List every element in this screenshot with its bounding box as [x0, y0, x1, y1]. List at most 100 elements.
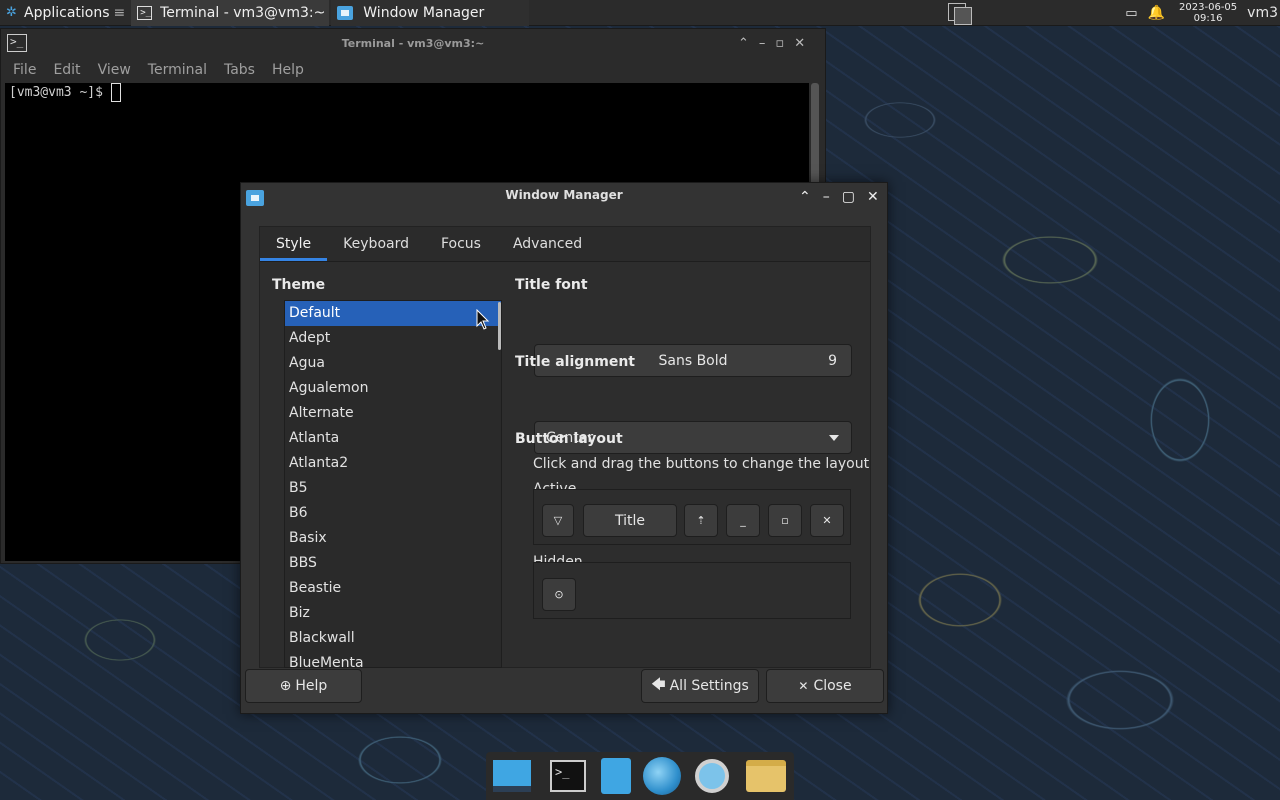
menu-button-slot[interactable]: ▽ [542, 504, 574, 537]
tab-focus[interactable]: Focus [425, 227, 497, 261]
desktop-icon [493, 760, 531, 792]
folder-icon [746, 760, 786, 792]
top-panel: ✲ Applications ≡ >_ Terminal - vm3@vm3:~… [0, 0, 1280, 26]
terminal-menubar: File Edit View Terminal Tabs Help [1, 57, 825, 83]
wm-close-button[interactable]: ✕ [867, 189, 879, 205]
tab-advanced[interactable]: Advanced [497, 227, 598, 261]
hidden-buttons-area[interactable]: ⊙ [533, 562, 851, 619]
terminal-minimize-button[interactable]: – [759, 36, 766, 51]
arrow-left-icon: 🡄 [651, 677, 666, 693]
theme-list-item[interactable]: B6 [285, 501, 501, 526]
terminal-menu-terminal[interactable]: Terminal [148, 62, 207, 78]
notification-bell-icon[interactable]: 🔔 [1148, 5, 1165, 21]
terminal-shade-button[interactable]: ⌃ [738, 36, 749, 51]
terminal-menu-view[interactable]: View [98, 62, 131, 78]
terminal-icon: >_ [550, 760, 586, 792]
workspace-switcher[interactable] [948, 1, 974, 25]
theme-label: Theme [272, 277, 326, 293]
applications-menu[interactable]: ✲ Applications ≡ [0, 0, 131, 26]
dock-show-desktop[interactable] [492, 756, 532, 796]
active-buttons-area[interactable]: ▽ Title ⇡ _ ▫ ✕ [533, 489, 851, 545]
button-layout-hint: Click and drag the buttons to change the… [533, 456, 870, 472]
minimize-icon: _ [740, 514, 746, 527]
title-alignment-label: Title alignment [515, 354, 635, 370]
applications-icon: ✲ [6, 4, 17, 20]
dock-terminal[interactable]: >_ [548, 756, 588, 796]
help-button-label: Help [295, 678, 328, 694]
theme-list-item[interactable]: Alternate [285, 401, 501, 426]
terminal-menu-edit[interactable]: Edit [53, 62, 80, 78]
taskbar-item-terminal[interactable]: >_ Terminal - vm3@vm3:~ [131, 0, 330, 26]
terminal-menu-file[interactable]: File [13, 62, 36, 78]
theme-list-item[interactable]: Blackwall [285, 626, 501, 651]
dock: >_ [486, 752, 794, 800]
title-font-name: Sans Bold [658, 352, 728, 369]
theme-list-item[interactable]: BBS [285, 551, 501, 576]
maximize-icon: ▫ [781, 514, 789, 527]
theme-list-item[interactable]: Atlanta [285, 426, 501, 451]
close-button-slot[interactable]: ✕ [810, 504, 844, 537]
theme-list-item[interactable]: Adept [285, 326, 501, 351]
search-icon [695, 759, 729, 793]
theme-list[interactable]: Default Adept Agua Agualemon Alternate Atlant… [284, 300, 502, 668]
taskbar-item-window-manager[interactable]: Window Manager [331, 0, 530, 26]
stick-button-slot[interactable]: ⊙ [542, 578, 576, 611]
theme-list-item[interactable]: Beastie [285, 576, 501, 601]
all-settings-button-label: All Settings [669, 678, 749, 694]
theme-list-item[interactable]: Biz [285, 601, 501, 626]
terminal-prompt: [vm3@vm3 ~]$ [9, 85, 111, 100]
terminal-maximize-button[interactable]: ▫ [775, 36, 784, 51]
globe-icon [643, 757, 681, 795]
wm-notebook: Style Keyboard Focus Advanced Theme Defa… [259, 226, 871, 668]
wm-minimize-button[interactable]: – [823, 189, 830, 205]
theme-list-item[interactable]: Default [285, 301, 501, 326]
wm-tabs: Style Keyboard Focus Advanced [260, 227, 870, 262]
dock-app-finder[interactable] [692, 756, 732, 796]
tab-keyboard[interactable]: Keyboard [327, 227, 425, 261]
user-menu[interactable]: vm3 [1247, 5, 1278, 21]
window-manager-icon [337, 5, 354, 20]
window-manager-dialog: Window Manager ⌃ – ▢ ✕ Style Keyboard Fo… [240, 182, 888, 714]
taskbar-item-window-manager-label: Window Manager [363, 4, 485, 21]
file-icon [601, 758, 631, 794]
close-button[interactable]: ✕ Close [766, 669, 884, 703]
close-icon: ✕ [798, 679, 809, 693]
stick-icon: ⊙ [554, 588, 564, 601]
wm-maximize-button[interactable]: ▢ [842, 189, 855, 205]
title-font-label: Title font [515, 277, 588, 293]
title-slot[interactable]: Title [583, 504, 677, 537]
dock-file-manager-app[interactable] [596, 756, 636, 796]
help-button[interactable]: ⊕ Help [245, 669, 362, 703]
title-font-size: 9 [828, 352, 837, 369]
terminal-title: Terminal - vm3@vm3:~ [341, 36, 485, 50]
help-icon: ⊕ [279, 678, 292, 694]
clock[interactable]: 2023-06-05 09:16 [1179, 2, 1237, 24]
theme-list-item[interactable]: Agualemon [285, 376, 501, 401]
terminal-menu-tabs[interactable]: Tabs [224, 62, 255, 78]
theme-list-item[interactable]: BlueMenta [285, 651, 501, 667]
dock-web-browser[interactable] [642, 756, 682, 796]
terminal-menu-help[interactable]: Help [272, 62, 304, 78]
title-slot-label: Title [614, 512, 645, 529]
wm-shade-button[interactable]: ⌃ [799, 189, 811, 205]
wm-titlebar[interactable]: Window Manager ⌃ – ▢ ✕ [241, 183, 887, 211]
terminal-close-button[interactable]: ✕ [794, 36, 805, 51]
tab-style[interactable]: Style [260, 227, 328, 261]
all-settings-button[interactable]: 🡄 All Settings [641, 669, 759, 703]
maximize-button-slot[interactable]: ▫ [768, 504, 802, 537]
theme-list-item[interactable]: B5 [285, 476, 501, 501]
dock-files[interactable] [746, 756, 786, 796]
shade-button-slot[interactable]: ⇡ [684, 504, 718, 537]
terminal-icon: >_ [137, 5, 153, 20]
clock-date: 2023-06-05 [1179, 2, 1238, 13]
theme-list-scrollbar[interactable] [498, 302, 501, 350]
theme-list-item[interactable]: Basix [285, 526, 501, 551]
applications-extra: ≡ [113, 4, 126, 21]
minimize-button-slot[interactable]: _ [726, 504, 760, 537]
terminal-titlebar[interactable]: >_ Terminal - vm3@vm3:~ ⌃ – ▫ ✕ [1, 29, 825, 57]
theme-list-item[interactable]: Atlanta2 [285, 451, 501, 476]
close-icon: ✕ [822, 514, 832, 527]
theme-list-item[interactable]: Agua [285, 351, 501, 376]
mouse-pointer-icon [476, 309, 490, 330]
battery-icon[interactable]: ▭ [1125, 6, 1137, 21]
